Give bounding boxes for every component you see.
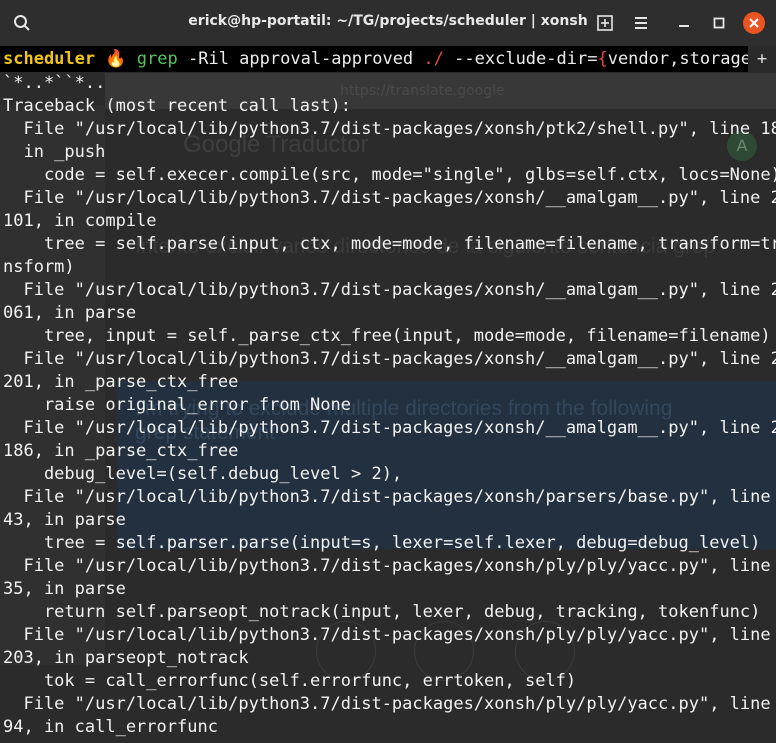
terminal-output-line: 203, in parseopt_notrack [3,648,249,668]
prompt-brace-open: { [597,49,608,69]
close-icon[interactable] [740,9,768,37]
terminal-output-line: nsform) [3,257,75,277]
prompt-cwd: scheduler [3,49,96,69]
terminal-output-line: 061, in parse [3,303,137,323]
prompt-path: ./ [423,49,444,69]
prompt-exclude-flag: --exclude-dir= [454,49,598,69]
command-prompt[interactable]: scheduler 🔥 grep -Ril approval-approved … [0,46,776,72]
terminal-output-line: 94, in call_errorfunc [3,717,218,737]
terminal-area[interactable]: https://translate.google Google Traducto… [0,45,776,743]
terminal-output-line: return self.parseopt_notrack(input, lexe… [3,602,761,622]
terminal-output-line: 101, in compile [3,211,157,231]
terminal-output-line: tok = call_errorfunc(self.errorfunc, err… [3,671,577,691]
prompt-args: -Ril approval-approved [188,49,414,69]
terminal-output-line: File "/usr/local/lib/python3.7/dist-pack… [3,625,776,645]
terminal-output-line: `*..*``*.. [3,73,106,93]
hamburger-menu-icon[interactable] [627,9,655,37]
terminal-output-line: tree, input = self._parse_ctx_free(input… [3,326,771,346]
maximize-icon[interactable] [705,9,733,37]
terminal-output-line: File "/usr/local/lib/python3.7/dist-pack… [3,280,776,300]
minimize-icon[interactable] [670,9,698,37]
terminal-output-line: raise original_error from None [3,395,351,415]
search-icon[interactable] [8,9,36,37]
window-titlebar[interactable]: erick@hp-portatil: ~/TG/projects/schedul… [0,0,776,45]
terminal-output-line: in _push [3,142,106,162]
terminal-output-line: File "/usr/local/lib/python3.7/dist-pack… [3,418,776,438]
terminal-output-line: File "/usr/local/lib/python3.7/dist-pack… [3,487,776,507]
flame-icon: 🔥 [105,49,127,69]
terminal-output-line: 43, in parse [3,510,126,530]
terminal-output-line: File "/usr/local/lib/python3.7/dist-pack… [3,556,776,576]
terminal-output-line: File "/usr/local/lib/python3.7/dist-pack… [3,188,776,208]
terminal-output-line: debug_level=(self.debug_level > 2), [3,464,403,484]
terminal-output-line: code = self.execer.compile(src, mode="si… [3,165,776,185]
scroll-right-icon[interactable]: + [748,46,776,72]
terminal-output-line: File "/usr/local/lib/python3.7/dist-pack… [3,694,776,714]
terminal-output-line: tree = self.parser.parse(input=s, lexer=… [3,533,761,553]
terminal-output-line: Traceback (most recent call last): [3,96,351,116]
terminal-output: `*..*``*.. Traceback (most recent call la… [0,72,776,739]
terminal-output-line: 186, in _parse_ctx_free [3,441,239,461]
window-title: erick@hp-portatil: ~/TG/projects/schedul… [188,13,588,29]
terminal-output-line: File "/usr/local/lib/python3.7/dist-pack… [3,349,776,369]
terminal-output-line: 201, in _parse_ctx_free [3,372,239,392]
terminal-output-line: File "/usr/local/lib/python3.7/dist-pack… [3,119,776,139]
prompt-exclude-value: vendor,storage [607,49,751,69]
new-tab-icon[interactable] [591,9,619,37]
prompt-command: grep [136,49,178,69]
terminal-output-line: 35, in parse [3,579,126,599]
terminal-output-line: tree = self.parse(input, ctx, mode=mode,… [3,234,776,254]
